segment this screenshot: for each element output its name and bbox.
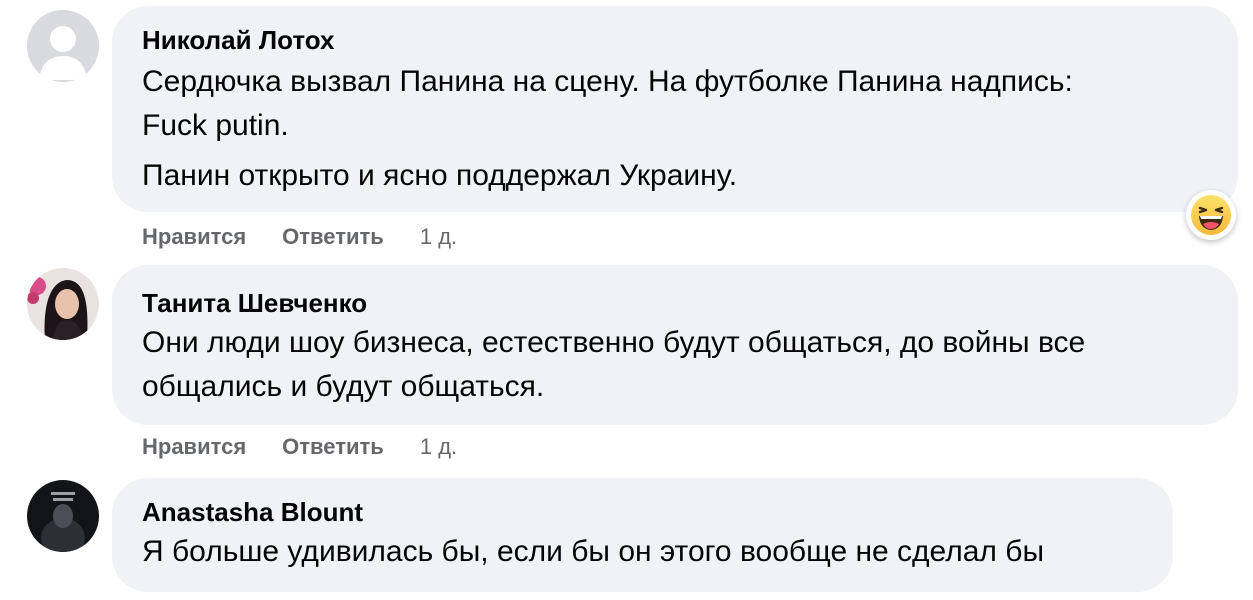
reply-button[interactable]: Ответить xyxy=(282,221,384,253)
comment-timestamp[interactable]: 1 д. xyxy=(420,221,457,253)
reply-button[interactable]: Ответить xyxy=(282,431,384,463)
comment-actions: Нравится Ответить 1 д. xyxy=(142,221,457,253)
comment-author[interactable]: Танита Шевченко xyxy=(142,287,1208,319)
comment-author[interactable]: Anastasha Blount xyxy=(142,496,1143,528)
avatar[interactable] xyxy=(27,10,99,82)
comment-bubble: Танита Шевченко Они люди шоу бизнеса, ес… xyxy=(112,265,1238,425)
comment-timestamp[interactable]: 1 д. xyxy=(420,431,457,463)
comment-text: Панин открыто и ясно поддержал Украину. xyxy=(142,159,738,192)
like-button[interactable]: Нравится xyxy=(142,431,246,463)
comment-actions: Нравится Ответить 1 д. xyxy=(142,431,457,463)
reaction-badge[interactable] xyxy=(1186,190,1236,240)
comment-text: Они люди шоу бизнеса, естественно будут … xyxy=(142,326,1086,403)
default-avatar-icon xyxy=(27,10,99,82)
comment-bubble: Anastasha Blount Я больше удивилась бы, … xyxy=(112,478,1173,592)
profile-photo-woman xyxy=(27,268,99,340)
comment-text: Сердючка вызвал Панина на сцену. На футб… xyxy=(142,65,1073,142)
avatar[interactable] xyxy=(27,480,99,552)
avatar[interactable] xyxy=(27,268,99,340)
comment-text: Я больше удивилась бы, если бы он этого … xyxy=(142,535,1045,568)
haha-emoji-icon xyxy=(1191,195,1231,235)
comment-author[interactable]: Николай Лотох xyxy=(142,24,1208,56)
profile-photo-dark xyxy=(27,480,99,552)
like-button[interactable]: Нравится xyxy=(142,221,246,253)
comment-bubble: Николай Лотох Сердючка вызвал Панина на … xyxy=(112,6,1238,212)
